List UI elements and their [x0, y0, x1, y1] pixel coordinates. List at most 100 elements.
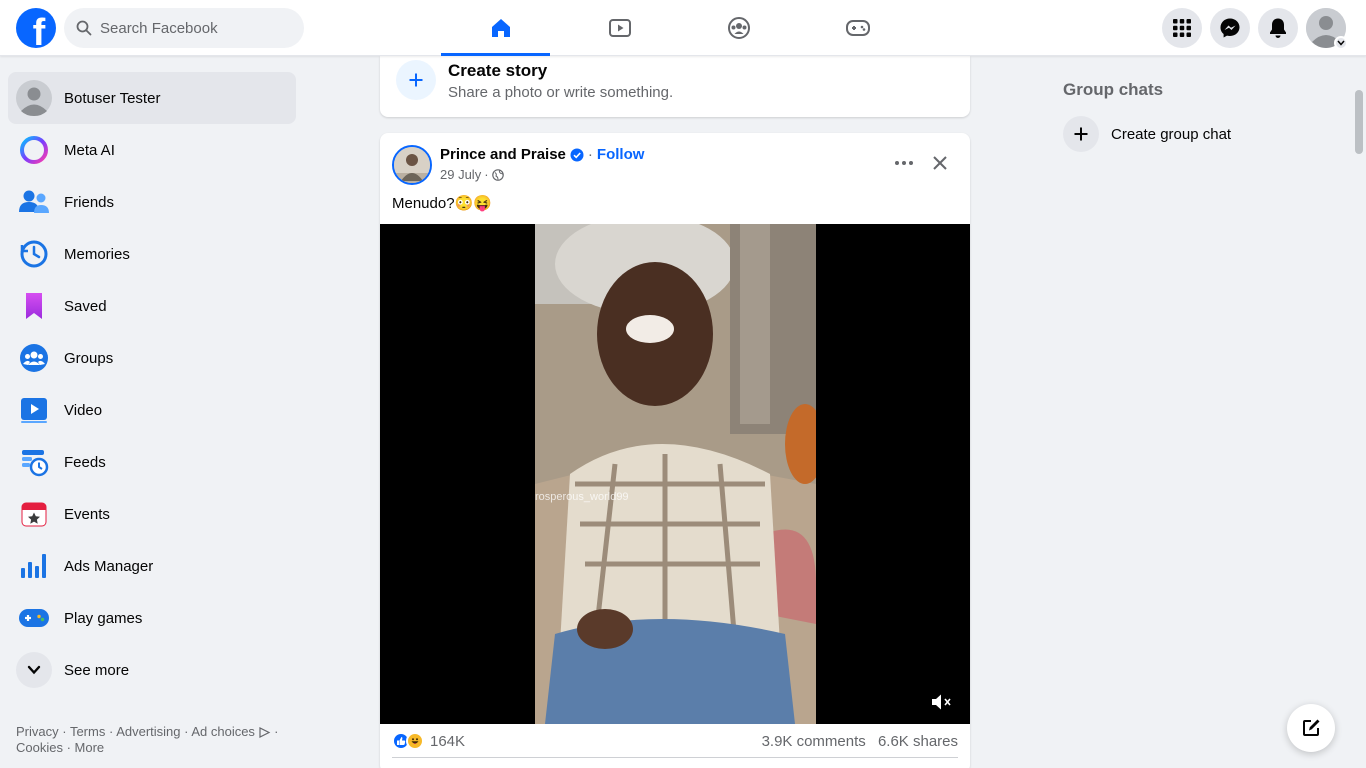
more-horizontal-icon — [895, 161, 913, 165]
globe-icon — [491, 168, 504, 181]
sidebar-item-label: Meta AI — [64, 141, 115, 159]
main-nav-tabs — [441, 0, 917, 56]
comments-count[interactable]: 3.9K comments — [762, 733, 866, 750]
gamepad-icon — [845, 20, 870, 36]
friends-icon — [16, 184, 52, 220]
shares-count[interactable]: 6.6K shares — [878, 733, 958, 750]
post-stats: 164K 3.9K comments 6.6K shares — [392, 730, 958, 752]
search-icon — [76, 20, 92, 36]
follow-link[interactable]: Follow — [597, 146, 645, 163]
feeds-icon — [16, 444, 52, 480]
facebook-logo[interactable]: f — [16, 8, 56, 48]
sidebar-item-see-more[interactable]: See more — [8, 644, 296, 696]
video-watermark: rosperous_world99 — [535, 491, 629, 503]
sidebar-item-label: Botuser Tester — [64, 89, 161, 107]
messenger-button[interactable] — [1210, 8, 1250, 48]
feed-post: Prince and Praise · Follow 29 July · Men… — [380, 133, 970, 768]
tab-home[interactable] — [441, 0, 560, 56]
home-icon — [491, 19, 510, 37]
groups-icon — [16, 340, 52, 376]
footer-cookies-link[interactable]: Cookies — [16, 740, 63, 755]
footer-ad-choices-link[interactable]: Ad choices — [191, 724, 255, 739]
sidebar-item-label: Saved — [64, 297, 107, 315]
sidebar-item-label: Video — [64, 401, 103, 419]
sidebar-item-groups[interactable]: Groups — [8, 332, 296, 384]
laugh-reaction-icon — [406, 732, 424, 750]
chevron-down-icon — [27, 665, 41, 675]
sidebar-item-meta-ai[interactable]: Meta AI — [8, 124, 296, 176]
hide-post-button[interactable] — [924, 147, 956, 179]
top-navigation-bar: f — [0, 0, 1366, 56]
sidebar-item-label: Feeds — [64, 453, 106, 471]
header-actions — [1162, 8, 1348, 50]
messenger-icon — [1220, 18, 1240, 38]
account-chevron — [1334, 36, 1348, 50]
sidebar-item-feeds[interactable]: Feeds — [8, 436, 296, 488]
meta-ai-icon — [16, 132, 52, 168]
new-message-button[interactable] — [1287, 704, 1335, 752]
close-icon — [933, 156, 947, 170]
sidebar-item-memories[interactable]: Memories — [8, 228, 296, 280]
groups-icon — [727, 17, 750, 39]
sidebar-item-saved[interactable]: Saved — [8, 280, 296, 332]
menu-grid-icon — [1173, 19, 1191, 37]
video-play-icon — [608, 19, 631, 37]
footer-advertising-link[interactable]: Advertising — [116, 724, 180, 739]
sidebar-item-friends[interactable]: Friends — [8, 176, 296, 228]
plus-icon — [1063, 116, 1099, 152]
author-avatar[interactable] — [392, 145, 432, 185]
post-author-line: Prince and Praise · Follow — [440, 146, 645, 163]
engagement-counts: 3.9K comments 6.6K shares — [762, 733, 958, 750]
create-group-chat-button[interactable]: Create group chat — [1063, 116, 1231, 152]
account-avatar-button[interactable] — [1306, 8, 1348, 50]
speaker-muted-icon — [932, 694, 951, 710]
video-icon — [16, 392, 52, 428]
compose-edit-icon — [1303, 719, 1320, 736]
author-name[interactable]: Prince and Praise — [440, 146, 566, 163]
sidebar-item-profile[interactable]: Botuser Tester — [8, 72, 296, 124]
bell-icon — [1270, 18, 1286, 38]
tab-gaming[interactable] — [798, 0, 917, 56]
sidebar-item-ads-manager[interactable]: Ads Manager — [8, 540, 296, 592]
sidebar-item-video[interactable]: Video — [8, 384, 296, 436]
memories-clock-icon — [16, 236, 52, 272]
footer-privacy-link[interactable]: Privacy — [16, 724, 59, 739]
tab-video[interactable] — [560, 0, 679, 56]
create-story-title: Create story — [448, 61, 548, 80]
ad-choices-icon — [258, 727, 270, 738]
menu-button[interactable] — [1162, 8, 1202, 48]
page-scrollbar[interactable] — [1352, 56, 1366, 768]
scrollbar-thumb[interactable] — [1355, 90, 1363, 154]
sidebar-item-label: Events — [64, 505, 110, 523]
notifications-button[interactable] — [1258, 8, 1298, 48]
sidebar-item-events[interactable]: Events — [8, 488, 296, 540]
bookmark-icon — [16, 288, 52, 324]
sidebar-item-label: Ads Manager — [64, 557, 154, 575]
unmute-button[interactable] — [930, 690, 956, 714]
bar-chart-icon — [16, 548, 52, 584]
post-video-player[interactable]: rosperous_world99 — [380, 224, 970, 724]
reaction-count: 164K — [430, 732, 466, 750]
footer-more-link[interactable]: More — [75, 740, 105, 755]
search-input[interactable] — [100, 19, 280, 37]
create-story-card[interactable]: Create story Share a photo or write some… — [380, 56, 970, 117]
search-bar[interactable] — [64, 8, 304, 48]
calendar-star-icon — [16, 496, 52, 532]
group-chats-heading: Group chats — [1063, 80, 1164, 99]
left-sidebar: Botuser Tester Meta AI Friends Memories … — [8, 72, 296, 696]
plus-icon — [396, 60, 436, 100]
footer-terms-link[interactable]: Terms — [70, 724, 105, 739]
sidebar-item-play-games[interactable]: Play games — [8, 592, 296, 644]
user-avatar-icon — [16, 80, 52, 116]
sidebar-item-label: Friends — [64, 193, 115, 211]
reactions-summary[interactable]: 164K — [392, 732, 465, 750]
sidebar-item-label: Groups — [64, 349, 114, 367]
post-meta: 29 July · — [440, 167, 504, 182]
post-options-button[interactable] — [888, 147, 920, 179]
post-date[interactable]: 29 July — [440, 167, 481, 182]
create-group-chat-label: Create group chat — [1111, 125, 1232, 143]
tab-groups[interactable] — [679, 0, 798, 56]
sidebar-item-label: Memories — [64, 245, 130, 263]
post-divider — [392, 757, 958, 758]
video-frame — [535, 224, 816, 724]
